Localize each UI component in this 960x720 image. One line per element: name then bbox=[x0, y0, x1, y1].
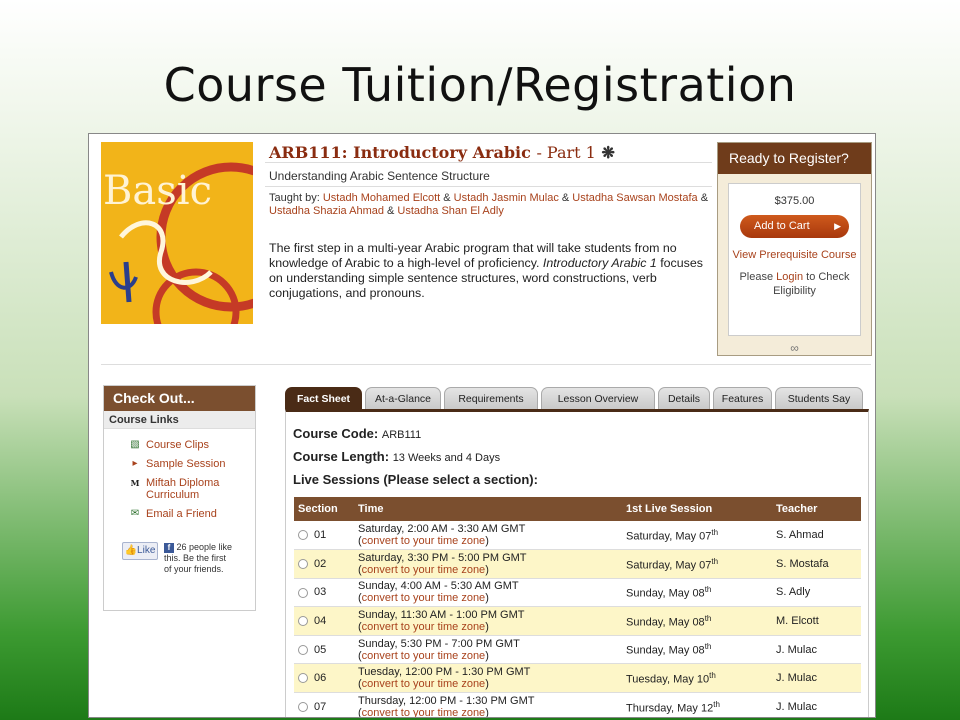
tab-details[interactable]: Details bbox=[658, 387, 710, 409]
section-radio[interactable] bbox=[298, 644, 308, 655]
tab-requirements[interactable]: Requirements bbox=[444, 387, 538, 409]
table-row[interactable]: 06 Tuesday, 12:00 PM - 1:30 PM GMT (conv… bbox=[294, 663, 861, 694]
course-title: ARB111: Introductory Arabic - Part 1 ❋ bbox=[269, 143, 615, 162]
thumbs-up-icon: 👍 bbox=[124, 545, 138, 556]
tab-features[interactable]: Features bbox=[713, 387, 772, 409]
convert-time-zone-link[interactable]: convert to your time zone bbox=[362, 650, 486, 662]
facebook-like-widget: 👍Like f 26 people like this. Be the firs… bbox=[122, 542, 255, 575]
convert-time-zone-link[interactable]: convert to your time zone bbox=[362, 564, 486, 576]
cover-title-text: Basic bbox=[103, 168, 212, 214]
column-header-section: Section bbox=[294, 497, 354, 521]
film-icon: ▧ bbox=[130, 439, 140, 450]
instructor-link[interactable]: Ustadha Shan El Adly bbox=[397, 205, 503, 217]
section-radio[interactable] bbox=[298, 616, 308, 627]
ornament-icon: ∞ bbox=[790, 341, 799, 355]
login-eligibility-text: Please Login to Check Eligibility bbox=[739, 271, 850, 297]
view-prerequisite-link[interactable]: View Prerequisite Course bbox=[729, 248, 860, 263]
column-header-first-session: 1st Live Session bbox=[622, 497, 772, 521]
section-radio[interactable] bbox=[298, 587, 308, 598]
arrow-right-icon: ▶ bbox=[834, 221, 841, 231]
section-radio[interactable] bbox=[298, 673, 308, 684]
register-box: Ready to Register? $375.00 Add to Cart ▶… bbox=[717, 142, 872, 356]
divider bbox=[265, 186, 712, 187]
table-row[interactable]: 04 Sunday, 11:30 AM - 1:00 PM GMT (conve… bbox=[294, 606, 861, 636]
email-friend-link[interactable]: ✉ Email a Friend bbox=[124, 508, 255, 520]
section-radio[interactable] bbox=[298, 701, 308, 712]
course-subtitle: Understanding Arabic Sentence Structure bbox=[269, 169, 490, 183]
like-count-text: f 26 people like this. Be the first of y… bbox=[164, 542, 233, 574]
facebook-like-button[interactable]: 👍Like bbox=[122, 542, 158, 560]
convert-time-zone-link[interactable]: convert to your time zone bbox=[362, 592, 486, 604]
sessions-table: Section Time 1st Live Session Teacher 01… bbox=[294, 497, 861, 717]
tab-lesson-overview[interactable]: Lesson Overview bbox=[541, 387, 655, 409]
fact-sheet-panel: Course Code: ARB111 Course Length: 13 We… bbox=[285, 409, 869, 717]
table-row[interactable]: 01 Saturday, 2:00 AM - 3:30 AM GMT (conv… bbox=[294, 521, 861, 551]
course-price: $375.00 bbox=[774, 195, 815, 207]
facebook-icon: f bbox=[164, 543, 174, 553]
course-links-heading: Course Links bbox=[104, 411, 255, 429]
checkout-heading: Check Out... bbox=[104, 386, 255, 411]
table-row[interactable]: 03 Sunday, 4:00 AM - 5:30 AM GMT (conver… bbox=[294, 578, 861, 608]
convert-time-zone-link[interactable]: convert to your time zone bbox=[362, 621, 486, 633]
course-tabs: Fact Sheet At-a-Glance Requirements Less… bbox=[285, 387, 863, 409]
table-row[interactable]: 05 Sunday, 5:30 PM - 7:00 PM GMT (conver… bbox=[294, 635, 861, 665]
sample-session-link[interactable]: ▸ Sample Session bbox=[124, 458, 255, 470]
section-radio[interactable] bbox=[298, 558, 308, 569]
tab-students-say[interactable]: Students Say bbox=[775, 387, 863, 409]
instructor-link[interactable]: Ustadh Jasmin Mulac bbox=[454, 192, 559, 204]
session-icon: ▸ bbox=[132, 458, 138, 469]
section-radio[interactable] bbox=[298, 530, 308, 541]
course-clips-link[interactable]: ▧ Course Clips bbox=[124, 439, 255, 451]
instructor-link[interactable]: Ustadha Shazia Ahmad bbox=[269, 205, 384, 217]
column-header-teacher: Teacher bbox=[772, 497, 861, 521]
register-heading: Ready to Register? bbox=[718, 143, 871, 174]
checkout-panel: Check Out... Course Links ▧ Course Clips… bbox=[103, 385, 256, 611]
miftah-logo-icon: M bbox=[130, 478, 140, 488]
course-description: The first step in a multi-year Arabic pr… bbox=[269, 241, 703, 300]
add-to-cart-button[interactable]: Add to Cart ▶ bbox=[740, 215, 849, 238]
tab-at-a-glance[interactable]: At-a-Glance bbox=[365, 387, 441, 409]
table-row[interactable]: 07 Thursday, 12:00 PM - 1:30 PM GMT (con… bbox=[294, 692, 861, 717]
course-length: Course Length: 13 Weeks and 4 Days bbox=[293, 449, 501, 464]
email-icon: ✉ bbox=[130, 508, 140, 519]
course-cover-image: Basic bbox=[101, 142, 253, 324]
convert-time-zone-link[interactable]: convert to your time zone bbox=[362, 535, 486, 547]
register-inner: $375.00 Add to Cart ▶ View Prerequisite … bbox=[728, 183, 861, 336]
convert-time-zone-link[interactable]: convert to your time zone bbox=[362, 678, 486, 690]
column-header-time: Time bbox=[354, 497, 622, 521]
instructors-line: Taught by: Ustadh Mohamed Elcott & Ustad… bbox=[269, 192, 709, 217]
ornament-icon: ❋ bbox=[601, 143, 615, 162]
convert-time-zone-link[interactable]: convert to your time zone bbox=[362, 707, 486, 717]
divider bbox=[101, 364, 871, 365]
course-page-screenshot: Basic ARB111: Introductory Arabic - Part… bbox=[88, 133, 876, 718]
instructor-link[interactable]: Ustadh Mohamed Elcott bbox=[323, 192, 440, 204]
tab-fact-sheet[interactable]: Fact Sheet bbox=[285, 387, 362, 409]
divider bbox=[265, 162, 712, 163]
miftah-diploma-link[interactable]: M Miftah Diploma Curriculum bbox=[124, 477, 255, 501]
instructor-link[interactable]: Ustadha Sawsan Mostafa bbox=[572, 192, 697, 204]
table-row[interactable]: 02 Saturday, 3:30 PM - 5:00 PM GMT (conv… bbox=[294, 549, 861, 579]
course-code: Course Code: ARB111 bbox=[293, 426, 422, 441]
login-link[interactable]: Login bbox=[776, 271, 803, 283]
live-sessions-heading: Live Sessions (Please select a section): bbox=[293, 472, 538, 487]
slide-title: Course Tuition/Registration bbox=[163, 58, 797, 112]
